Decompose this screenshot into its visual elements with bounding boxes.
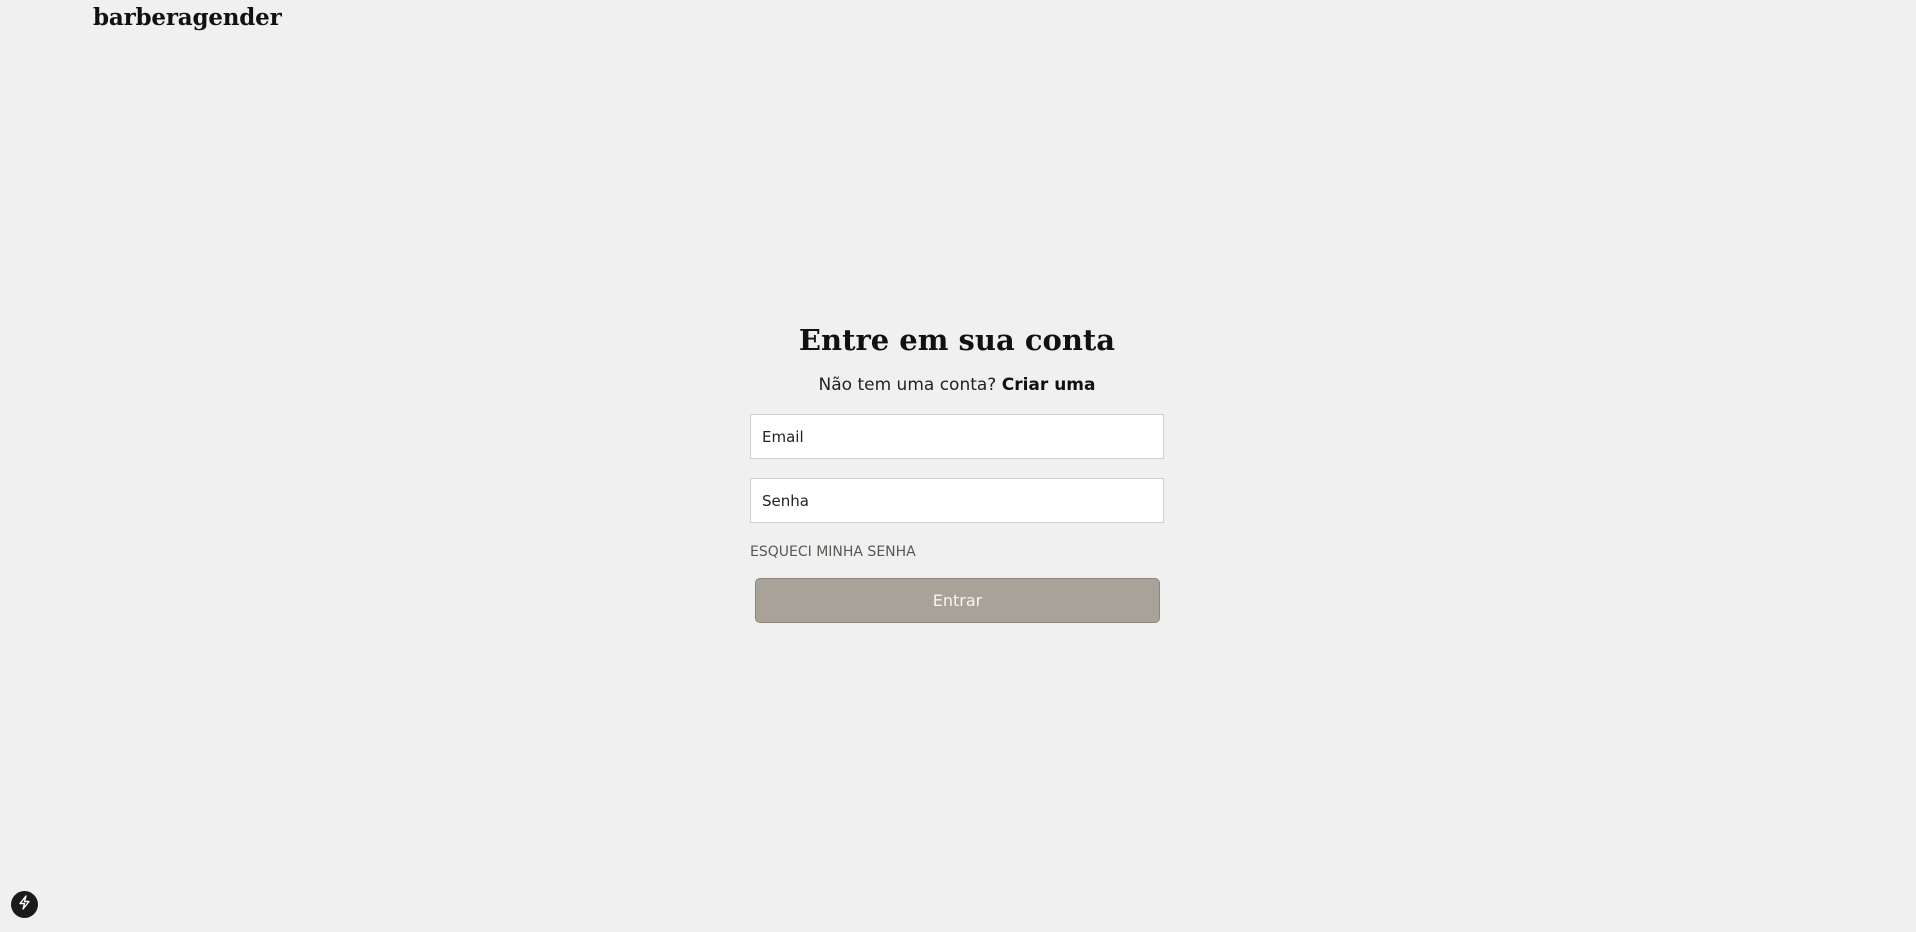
brand-logo[interactable]: barberagender (93, 4, 282, 31)
login-button[interactable]: Entrar (755, 578, 1160, 623)
signup-prompt-line: Não tem uma conta? Criar uma (750, 373, 1164, 397)
email-input[interactable] (750, 414, 1164, 459)
login-panel: Entre em sua conta Não tem uma conta? Cr… (750, 318, 1164, 623)
lightning-bolt-icon (18, 895, 31, 914)
password-input[interactable] (750, 478, 1164, 523)
login-title: Entre em sua conta (798, 323, 1116, 357)
signup-prompt-text: Não tem uma conta? (818, 375, 997, 395)
create-account-link[interactable]: Criar uma (1002, 375, 1096, 395)
forgot-password-link[interactable]: ESQUECI MINHA SENHA (750, 543, 1164, 561)
dev-tools-indicator[interactable] (11, 891, 38, 918)
